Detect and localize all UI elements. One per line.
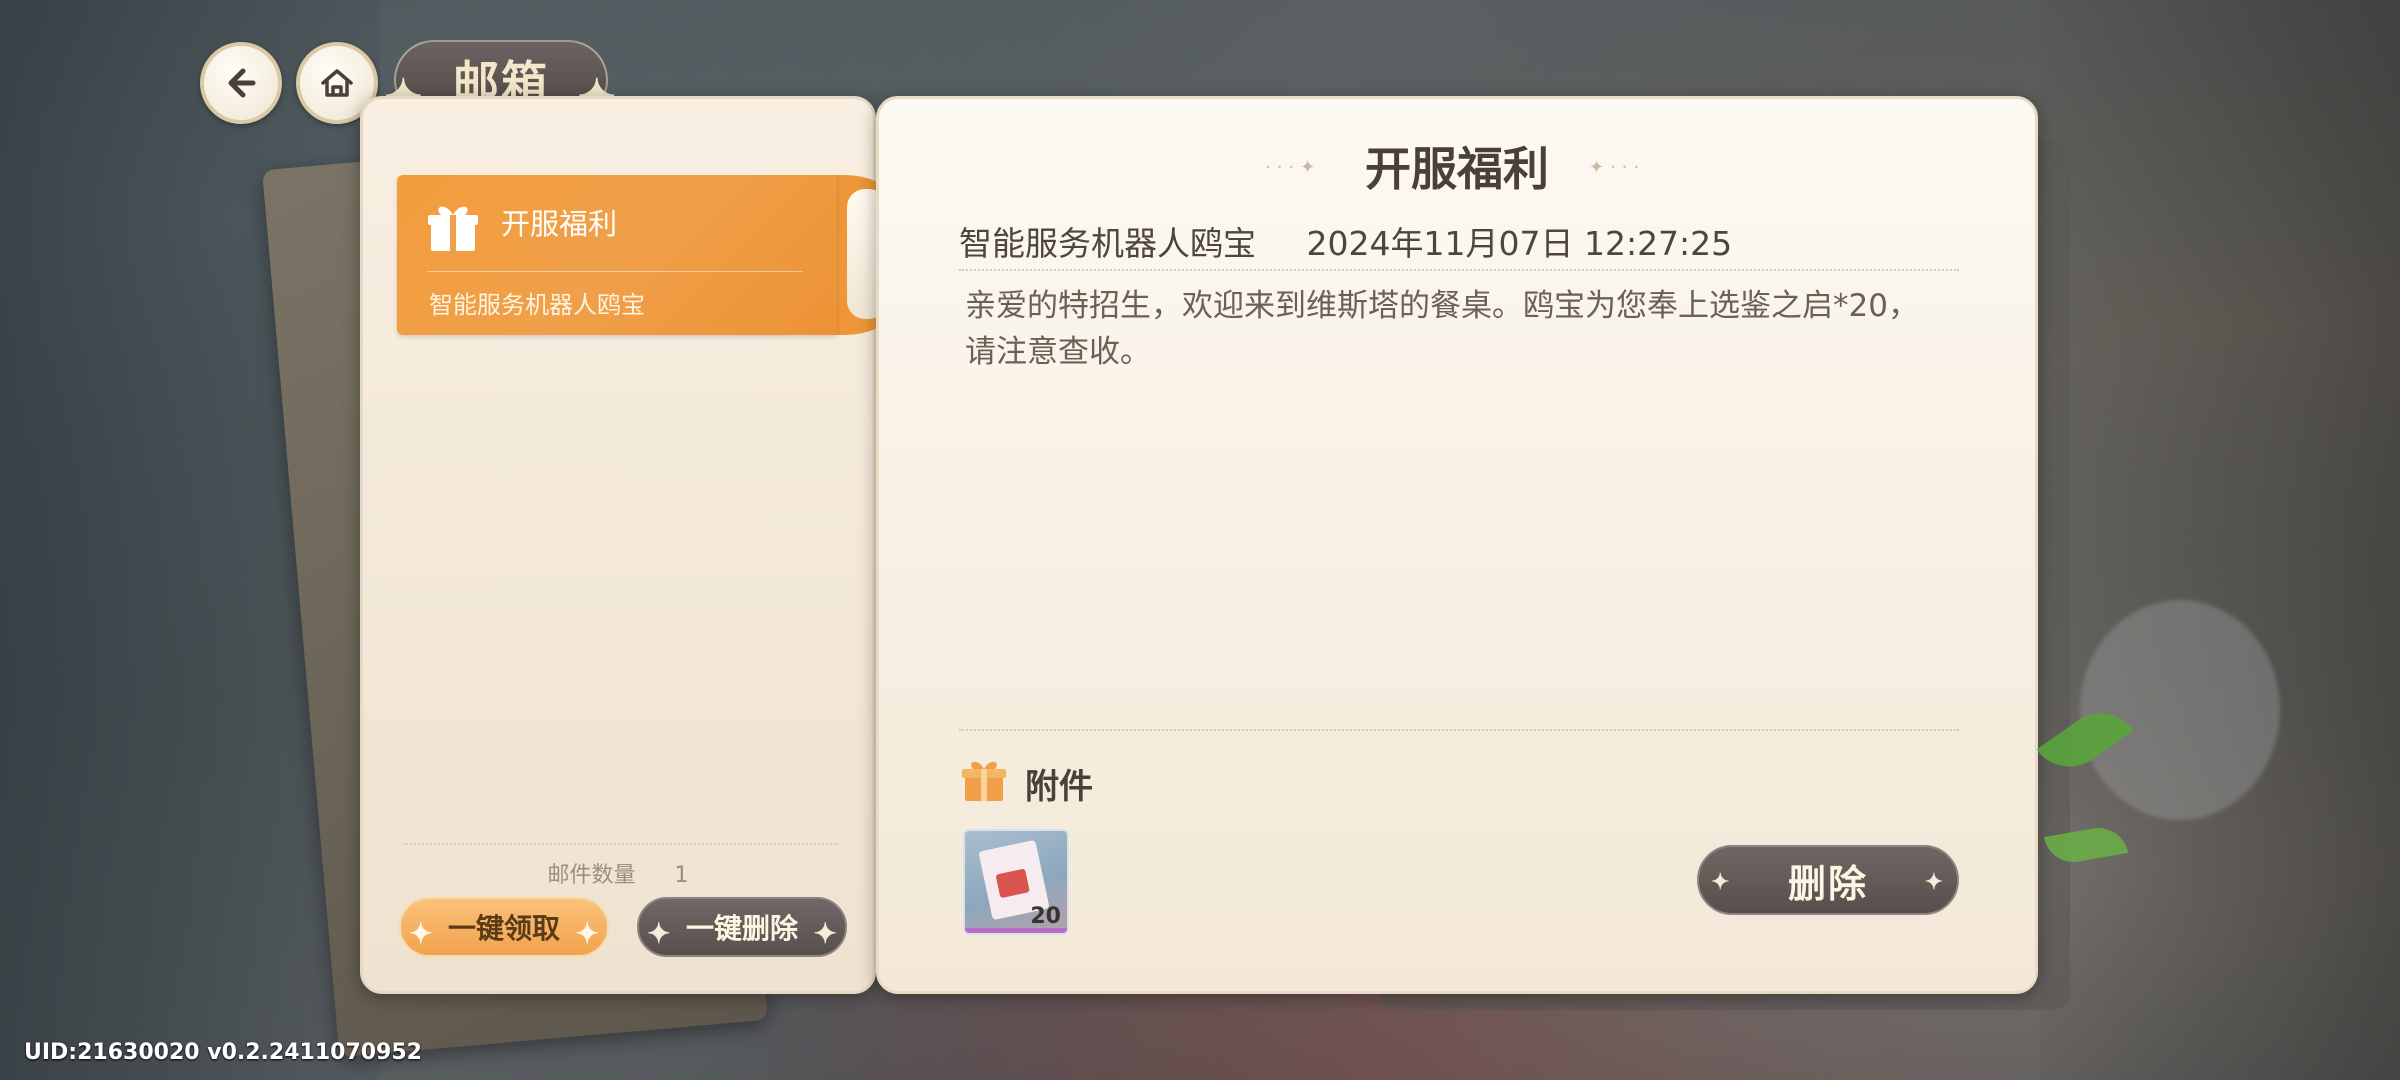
divider bbox=[959, 269, 1959, 271]
mail-count: 邮件数量 1 bbox=[363, 857, 873, 889]
mail-item-title: 开服福利 bbox=[501, 207, 618, 241]
mail-count-label: 邮件数量 bbox=[547, 863, 636, 888]
background-right bbox=[2040, 0, 2400, 1080]
sparkle-icon: ✦ bbox=[1924, 869, 1945, 895]
delete-all-label: 一键删除 bbox=[685, 912, 798, 945]
divider bbox=[959, 729, 1959, 731]
collect-all-button[interactable]: ✦ 一键领取 ✦ bbox=[399, 897, 609, 957]
mail-count-value: 1 bbox=[674, 863, 689, 888]
mail-detail-title: 开服福利 bbox=[1365, 142, 1549, 196]
sparkle-icon: ✦ bbox=[575, 917, 599, 950]
back-button[interactable] bbox=[200, 42, 282, 124]
mail-body: 亲爱的特招生，欢迎来到维斯塔的餐桌。鸥宝为您奉上选鉴之启*20，请注意查收。 bbox=[965, 288, 1919, 370]
mail-detail-panel: ···✦ 开服福利 ✦··· 智能服务机器人鸥宝 2024年11月07日 12:… bbox=[876, 96, 2038, 994]
delete-label: 删除 bbox=[1787, 860, 1868, 906]
mail-meta: 智能服务机器人鸥宝 2024年11月07日 12:27:25 bbox=[959, 217, 1732, 265]
delete-all-button[interactable]: ✦ 一键删除 ✦ bbox=[637, 897, 847, 957]
sparkle-icon: ✦ bbox=[647, 917, 671, 950]
title-ornament-right: ✦··· bbox=[1589, 157, 1646, 178]
uid-version-text: UID:21630020 v0.2.2411070952 bbox=[24, 1040, 422, 1065]
collect-all-label: 一键领取 bbox=[447, 912, 560, 945]
mail-item-sender: 智能服务机器人鸥宝 bbox=[429, 291, 645, 319]
mail-list-item[interactable]: 开服福利 智能服务机器人鸥宝 bbox=[397, 175, 893, 335]
divider bbox=[427, 271, 803, 272]
sparkle-icon: ✦ bbox=[409, 917, 433, 950]
mail-list-panel: 开服福利 智能服务机器人鸥宝 邮件数量 1 ✦ 一键领取 ✦ ✦ 一键删除 ✦ bbox=[360, 96, 925, 994]
delete-button[interactable]: ✦ 删除 ✦ bbox=[1697, 845, 1959, 915]
sparkle-icon: ✦ bbox=[813, 917, 837, 950]
arrow-left-icon bbox=[228, 68, 256, 98]
background-blur-shape bbox=[2080, 600, 2280, 820]
rarity-bar bbox=[965, 928, 1067, 933]
attachment-quantity: 20 bbox=[1030, 904, 1061, 929]
attachments-label: 附件 bbox=[1025, 767, 1093, 807]
mail-detail-datetime: 2024年11月07日 12:27:25 bbox=[1306, 224, 1733, 263]
sparkle-icon: ✦ bbox=[1711, 869, 1732, 895]
gift-box-icon bbox=[962, 761, 1006, 801]
home-icon bbox=[321, 69, 353, 97]
mail-detail-sender: 智能服务机器人鸥宝 bbox=[959, 224, 1256, 263]
attachment-item[interactable]: 20 bbox=[963, 829, 1069, 935]
divider bbox=[403, 843, 839, 845]
gift-icon bbox=[428, 206, 478, 251]
